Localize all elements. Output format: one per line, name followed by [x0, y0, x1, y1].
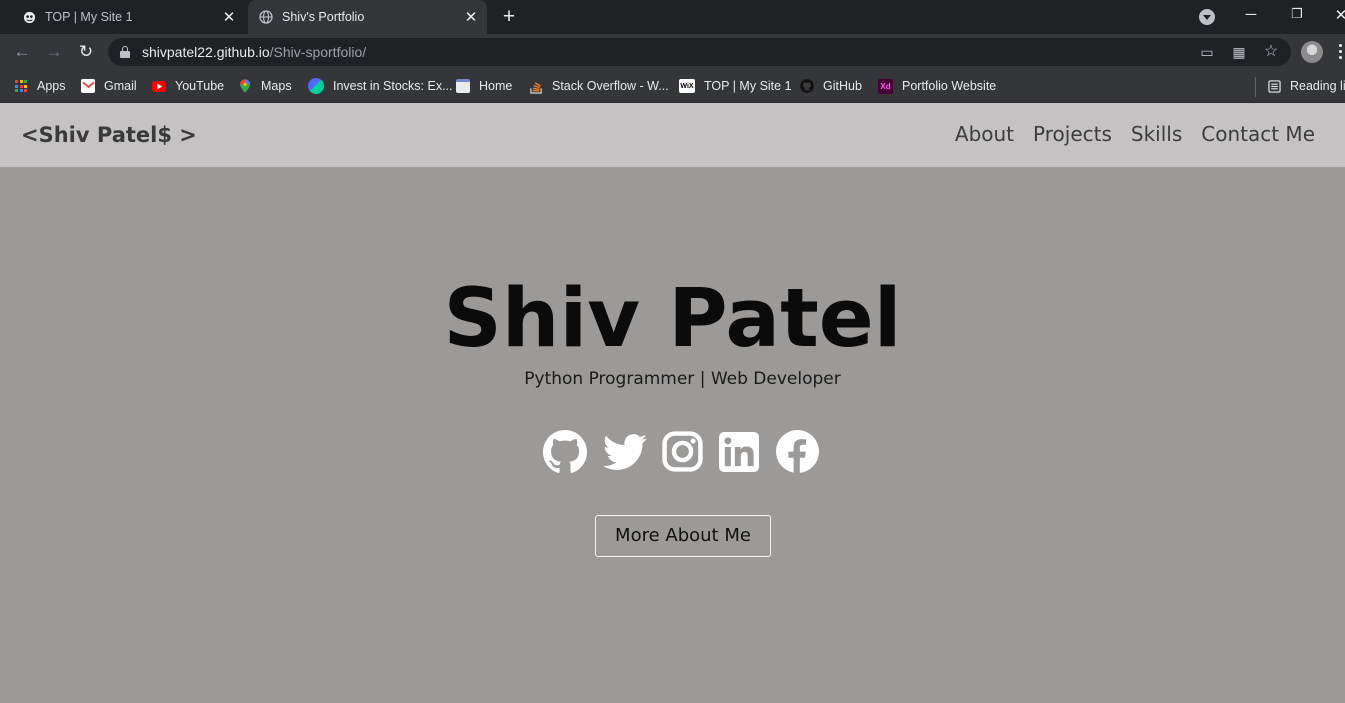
- close-tab-icon[interactable]: ✕: [221, 9, 237, 26]
- cast-device-icon[interactable]: ▭: [1198, 43, 1216, 61]
- page-icon: [456, 79, 470, 93]
- close-window-icon[interactable]: ✕: [1331, 6, 1345, 24]
- groww-icon: [308, 78, 324, 94]
- minimize-icon[interactable]: ─: [1241, 6, 1261, 23]
- bookmark-apps[interactable]: Apps: [14, 77, 66, 95]
- facebook-icon[interactable]: [776, 430, 819, 473]
- bookmark-stack-overflow[interactable]: Stack Overflow - W...: [529, 77, 669, 95]
- more-about-me-button[interactable]: More About Me: [595, 515, 771, 557]
- twitter-icon[interactable]: [602, 430, 648, 474]
- github-icon[interactable]: [543, 430, 587, 474]
- bookmark-gmail[interactable]: Gmail: [81, 77, 137, 95]
- address-bar[interactable]: shivpatel22.github.io/Shiv-sportfolio/ ▭…: [108, 38, 1291, 66]
- new-tab-plus-icon[interactable]: +: [500, 6, 518, 27]
- globe-icon: [259, 10, 273, 24]
- wix-icon: WiX: [679, 79, 695, 93]
- maps-icon: [238, 79, 252, 93]
- bookmarks-divider: [1255, 77, 1256, 97]
- bookmark-label: YouTube: [175, 79, 225, 93]
- reload-icon[interactable]: ↻: [76, 42, 96, 62]
- nav-link-contact-me[interactable]: Contact Me: [1201, 122, 1315, 146]
- url-text[interactable]: shivpatel22.github.io/Shiv-sportfolio/: [142, 44, 366, 60]
- tab-top-my-site[interactable]: TOP | My Site 1 ✕: [0, 0, 245, 34]
- odin-icon: [22, 10, 36, 24]
- youtube-icon: [152, 80, 166, 92]
- bookmark-portfolio-website[interactable]: Xd Portfolio Website: [878, 77, 996, 95]
- bookmark-youtube[interactable]: YouTube: [152, 77, 224, 95]
- bookmark-label: Portfolio Website: [902, 79, 997, 93]
- bookmark-label: Maps: [261, 79, 292, 93]
- bookmark-label: Home: [479, 79, 513, 93]
- bookmarks-bar: Apps Gmail YouTube Maps Invest in Stocks…: [0, 70, 1345, 103]
- bookmark-top-my-site[interactable]: WiX TOP | My Site 1: [679, 77, 792, 95]
- back-arrow-icon[interactable]: ←: [12, 42, 32, 62]
- lock-icon: [120, 46, 130, 58]
- reading-list[interactable]: Reading lis: [1267, 77, 1345, 95]
- tab-title: TOP | My Site 1: [45, 10, 133, 24]
- bookmark-label: TOP | My Site 1: [704, 79, 792, 93]
- reading-list-icon: [1267, 79, 1281, 93]
- stackoverflow-icon: [529, 79, 543, 94]
- site-brand-logo[interactable]: <Shiv Patel$ >: [21, 123, 197, 147]
- hero-section: Shiv Patel Python Programmer | Web Devel…: [0, 167, 1345, 703]
- instagram-icon[interactable]: [662, 431, 703, 472]
- site-nav-links: About Projects Skills Contact Me: [955, 122, 1315, 146]
- restore-icon[interactable]: ❐: [1287, 6, 1307, 22]
- nav-link-about[interactable]: About: [955, 122, 1014, 146]
- qr-code-icon[interactable]: ▦: [1230, 43, 1248, 61]
- tab-shivs-portfolio[interactable]: Shiv's Portfolio ✕: [248, 0, 487, 34]
- hero-subtitle: Python Programmer | Web Developer: [524, 369, 841, 389]
- bookmark-label: Apps: [37, 79, 66, 93]
- browser-toolbar: ← → ↻ shivpatel22.github.io/Shiv-sportfo…: [0, 34, 1345, 70]
- close-tab-icon[interactable]: ✕: [463, 9, 479, 26]
- bookmark-label: GitHub: [823, 79, 862, 93]
- site-navbar: <Shiv Patel$ > About Projects Skills Con…: [0, 103, 1345, 167]
- nav-link-skills[interactable]: Skills: [1131, 122, 1182, 146]
- reading-list-label: Reading lis: [1290, 79, 1345, 93]
- hero-name: Shiv Patel: [443, 272, 902, 366]
- forward-arrow-icon[interactable]: →: [44, 42, 64, 62]
- bookmark-label: Stack Overflow - W...: [552, 79, 669, 93]
- bookmark-maps[interactable]: Maps: [238, 77, 292, 95]
- menu-kebab-icon[interactable]: [1339, 44, 1343, 60]
- tab-search-icon[interactable]: [1199, 9, 1215, 25]
- browser-tab-strip: TOP | My Site 1 ✕ Shiv's Portfolio ✕ + ─…: [0, 0, 1345, 34]
- adobe-xd-icon: Xd: [878, 78, 893, 94]
- bookmark-home[interactable]: Home: [456, 77, 512, 95]
- gmail-icon: [81, 79, 95, 93]
- bookmark-label: Gmail: [104, 79, 137, 93]
- profile-avatar[interactable]: [1301, 41, 1323, 63]
- tab-title: Shiv's Portfolio: [282, 10, 365, 24]
- bookmark-label: Invest in Stocks: Ex...: [333, 79, 453, 93]
- apps-grid-icon: [14, 79, 28, 93]
- bookmark-star-icon[interactable]: ☆: [1262, 43, 1280, 61]
- bookmark-invest-in-stocks[interactable]: Invest in Stocks: Ex...: [308, 77, 453, 95]
- bookmark-github[interactable]: GitHub: [800, 77, 862, 95]
- github-icon: [800, 79, 814, 93]
- linkedin-icon[interactable]: [719, 432, 759, 472]
- nav-link-projects[interactable]: Projects: [1033, 122, 1112, 146]
- social-links: [0, 430, 1345, 476]
